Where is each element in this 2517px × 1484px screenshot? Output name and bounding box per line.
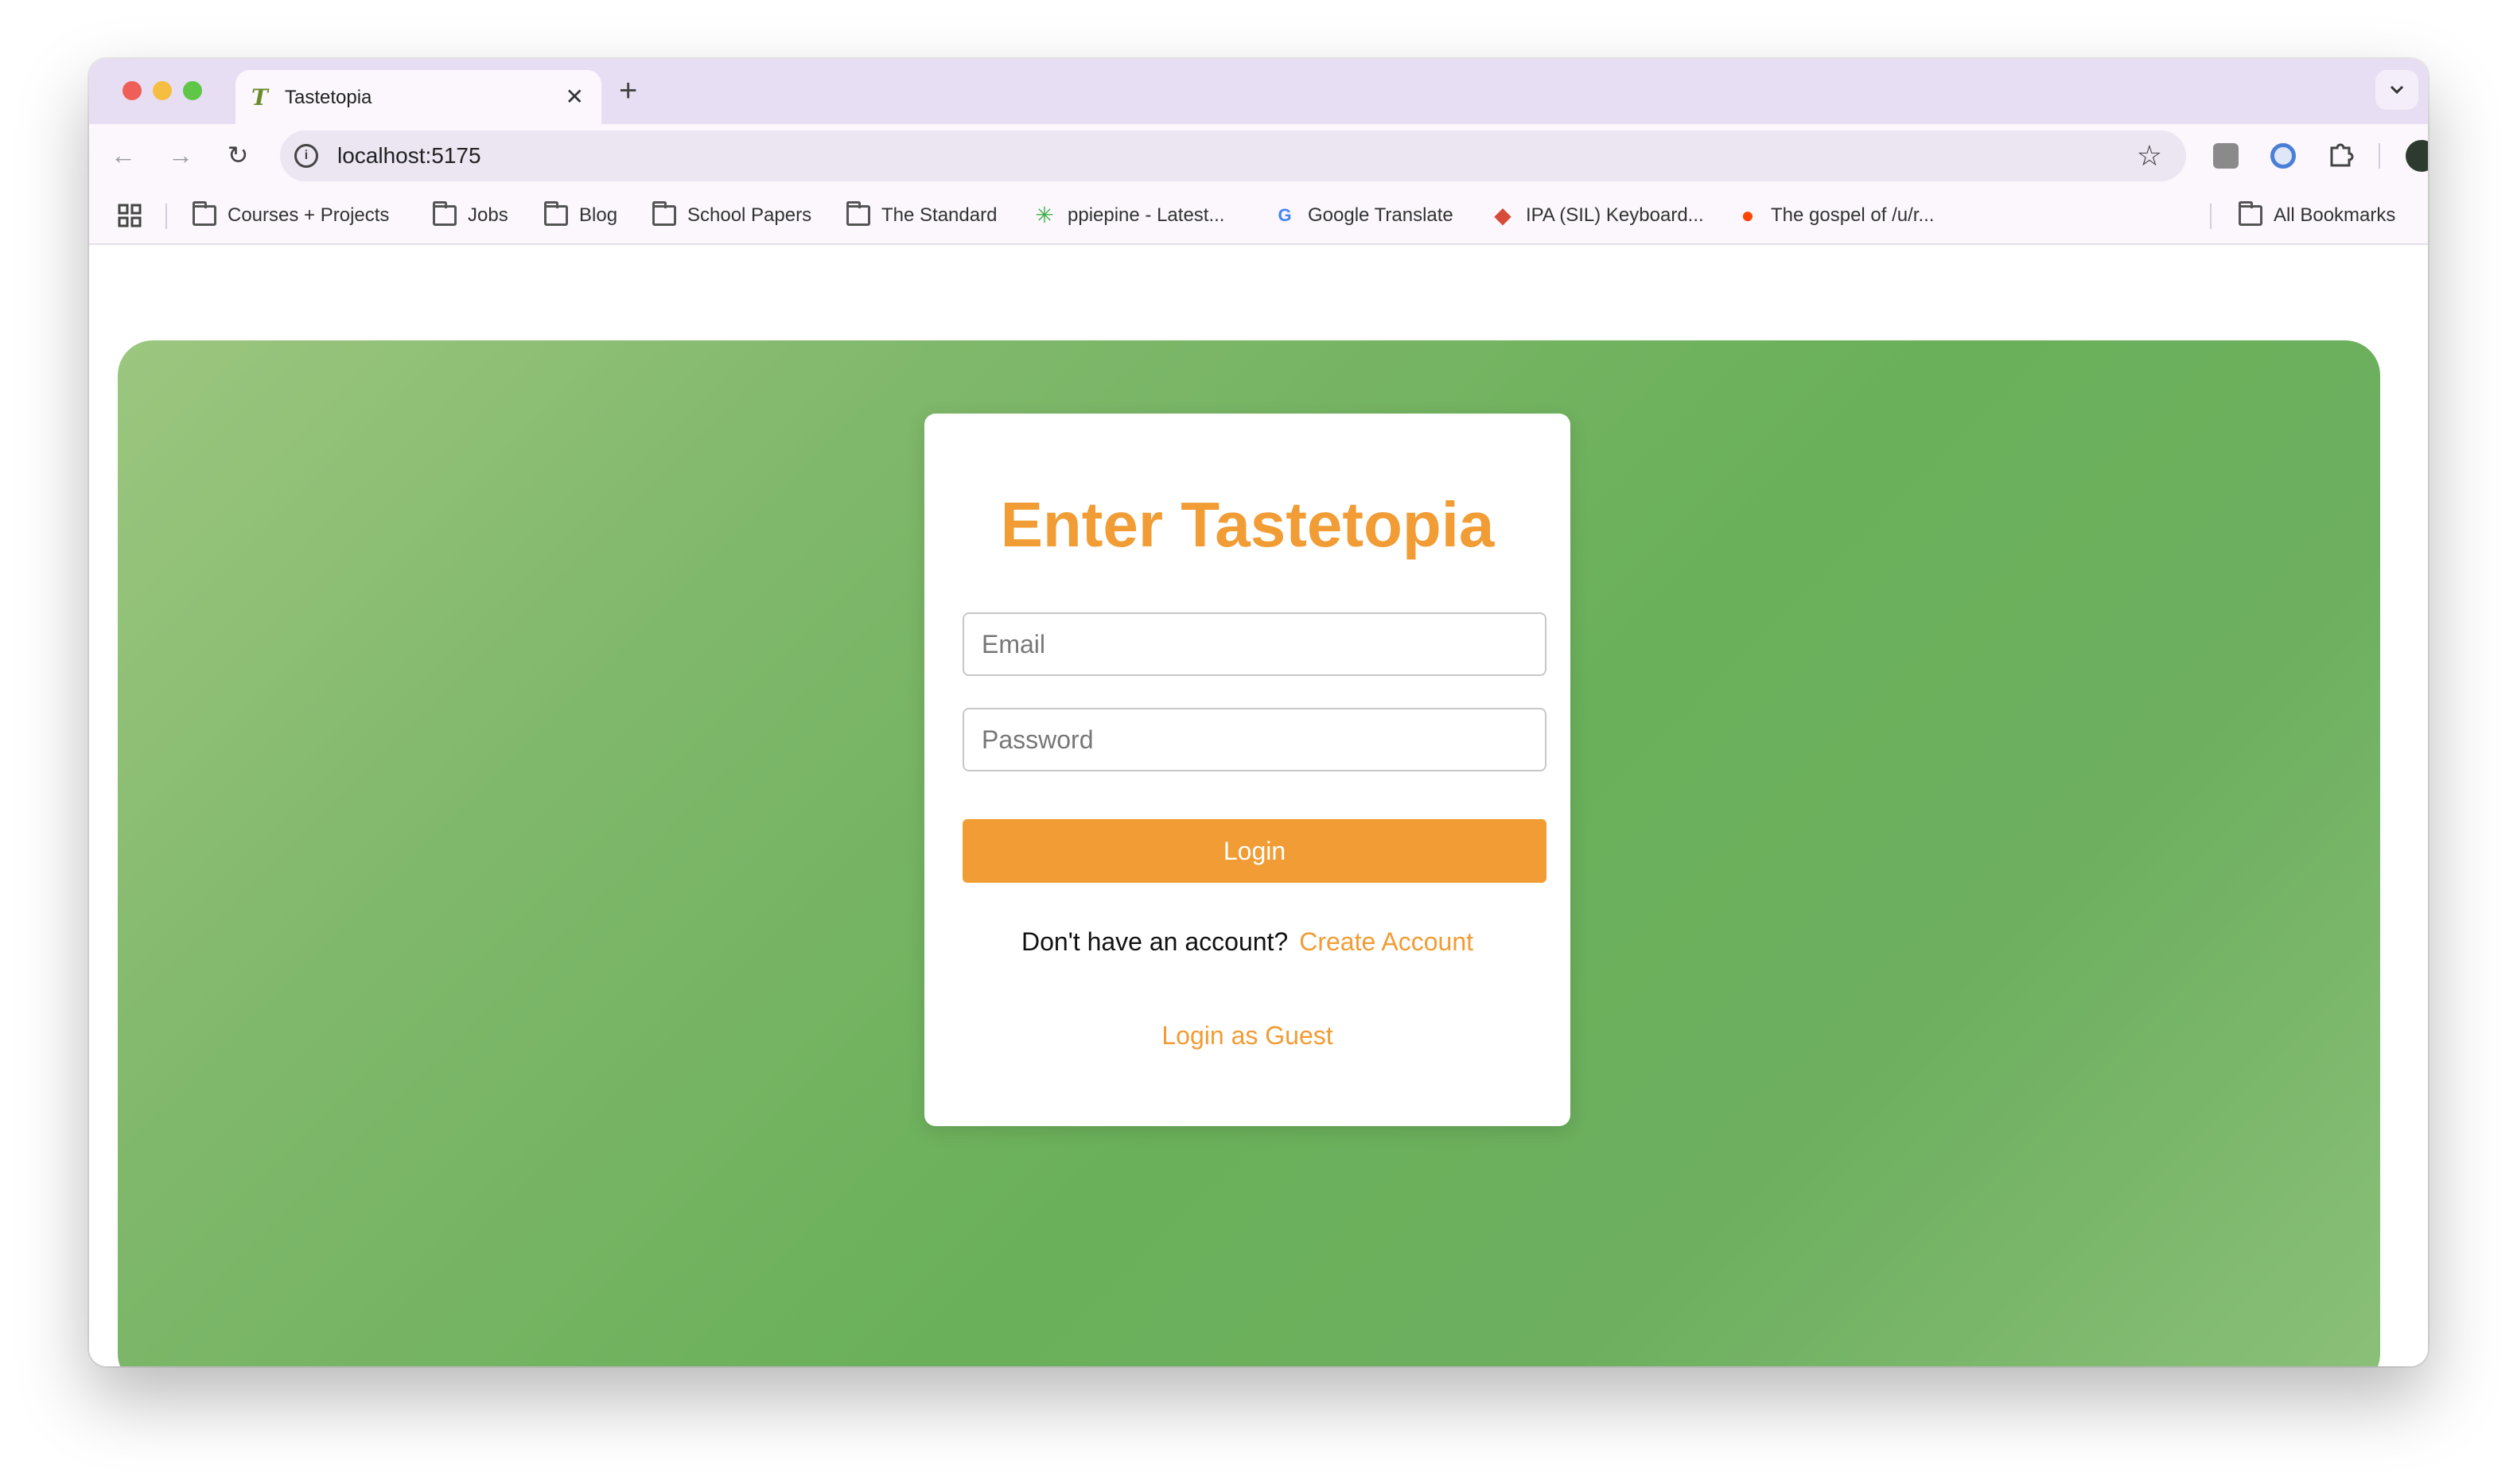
- folder-icon: [846, 201, 870, 226]
- close-tab-icon[interactable]: ✕: [566, 84, 584, 110]
- page-title: Enter Tastetopia: [1000, 489, 1495, 560]
- cube-icon: ◆: [1494, 203, 1511, 227]
- forward-button[interactable]: →: [164, 138, 197, 172]
- bookmark-label: The Standard: [881, 204, 998, 226]
- apps-grid-icon[interactable]: [118, 204, 142, 227]
- all-bookmarks[interactable]: All Bookmarks: [2239, 200, 2395, 231]
- bookmark-label: The gospel of /u/r...: [1771, 204, 1935, 226]
- toolbar-separator: [2379, 143, 2380, 169]
- browser-toolbar: ← → ↻ i localhost:5175 ☆ ⋮: [89, 124, 2428, 186]
- bookmark-label: Blog: [579, 204, 618, 226]
- site-info-icon[interactable]: i: [294, 144, 318, 168]
- tab-search-button[interactable]: [2375, 70, 2418, 110]
- bookmark-gospel[interactable]: ● The gospel of /u/r...: [1736, 200, 1935, 231]
- bookmark-label: ppiepine - Latest...: [1068, 204, 1225, 226]
- bookmark-courses-projects[interactable]: Courses + Projects: [193, 200, 389, 231]
- password-field[interactable]: [963, 708, 1546, 771]
- bookmark-ppiepine[interactable]: ✳ ppiepine - Latest...: [1033, 200, 1224, 231]
- bookmark-ipa-keyboard[interactable]: ◆ IPA (SIL) Keyboard...: [1491, 200, 1704, 231]
- extension-notes-icon[interactable]: [2213, 143, 2239, 169]
- tab-strip: T Tastetopia ✕ +: [89, 59, 2428, 124]
- folder-icon: [544, 201, 568, 226]
- extensions-puzzle-icon[interactable]: [2324, 140, 2356, 172]
- close-window-button[interactable]: [123, 81, 142, 100]
- bookmark-school-papers[interactable]: School Papers: [652, 200, 811, 231]
- page-content: Enter Tastetopia Login Don't have an acc…: [89, 247, 2428, 1366]
- translate-icon: G: [1278, 205, 1292, 225]
- all-bookmarks-label: All Bookmarks: [2274, 204, 2396, 226]
- login-as-guest-link[interactable]: Login as Guest: [924, 1020, 1570, 1051]
- asterisk-icon: ✳: [1035, 203, 1054, 227]
- grid-icon: [118, 204, 142, 227]
- bookmarks-separator: [165, 204, 167, 229]
- bookmark-label: School Papers: [687, 204, 812, 226]
- chevron-down-icon: [2390, 85, 2404, 95]
- folder-icon: [652, 201, 676, 226]
- bookmarks-bar: Courses + Projects Jobs Blog School Pape…: [89, 186, 2428, 245]
- signup-row: Don't have an account? Create Account: [924, 926, 1570, 958]
- address-bar[interactable]: i localhost:5175 ☆: [280, 130, 2186, 181]
- bookmark-label: Jobs: [468, 204, 508, 226]
- bookmarks-separator: [2210, 204, 2212, 229]
- reddit-icon: ●: [1741, 203, 1755, 227]
- login-button[interactable]: Login: [963, 819, 1546, 883]
- login-card: Enter Tastetopia Login Don't have an acc…: [924, 414, 1570, 1126]
- url-text[interactable]: localhost:5175: [337, 143, 481, 169]
- profile-avatar[interactable]: [2406, 140, 2428, 172]
- new-tab-button[interactable]: +: [619, 73, 637, 108]
- bookmark-google-translate[interactable]: G Google Translate: [1273, 200, 1453, 231]
- email-field[interactable]: [963, 612, 1546, 676]
- folder-icon: [433, 201, 457, 226]
- bookmark-blog[interactable]: Blog: [544, 200, 617, 231]
- bookmark-label: Google Translate: [1308, 204, 1453, 226]
- minimize-window-button[interactable]: [153, 81, 172, 100]
- tab-tastetopia[interactable]: T Tastetopia ✕: [235, 70, 601, 124]
- signup-prompt: Don't have an account?: [1021, 927, 1289, 956]
- folder-icon: [2239, 201, 2262, 226]
- maximize-window-button[interactable]: [183, 81, 202, 100]
- bookmark-star-icon[interactable]: ☆: [2137, 140, 2162, 172]
- back-button[interactable]: ←: [107, 138, 140, 172]
- folder-icon: [193, 201, 216, 226]
- reload-button[interactable]: ↻: [221, 138, 255, 172]
- bookmark-label: Courses + Projects: [228, 204, 390, 226]
- tastetopia-favicon-icon: T: [251, 84, 268, 111]
- bookmark-label: IPA (SIL) Keyboard...: [1526, 204, 1704, 226]
- puzzle-icon: [2330, 143, 2354, 167]
- extension-circle-icon[interactable]: [2270, 143, 2296, 169]
- tab-title: Tastetopia: [285, 87, 372, 108]
- create-account-link[interactable]: Create Account: [1299, 927, 1473, 956]
- bookmark-the-standard[interactable]: The Standard: [846, 200, 997, 231]
- bookmark-jobs[interactable]: Jobs: [433, 200, 508, 231]
- browser-window: T Tastetopia ✕ + ← → ↻ i localhost:5175 …: [89, 59, 2428, 1366]
